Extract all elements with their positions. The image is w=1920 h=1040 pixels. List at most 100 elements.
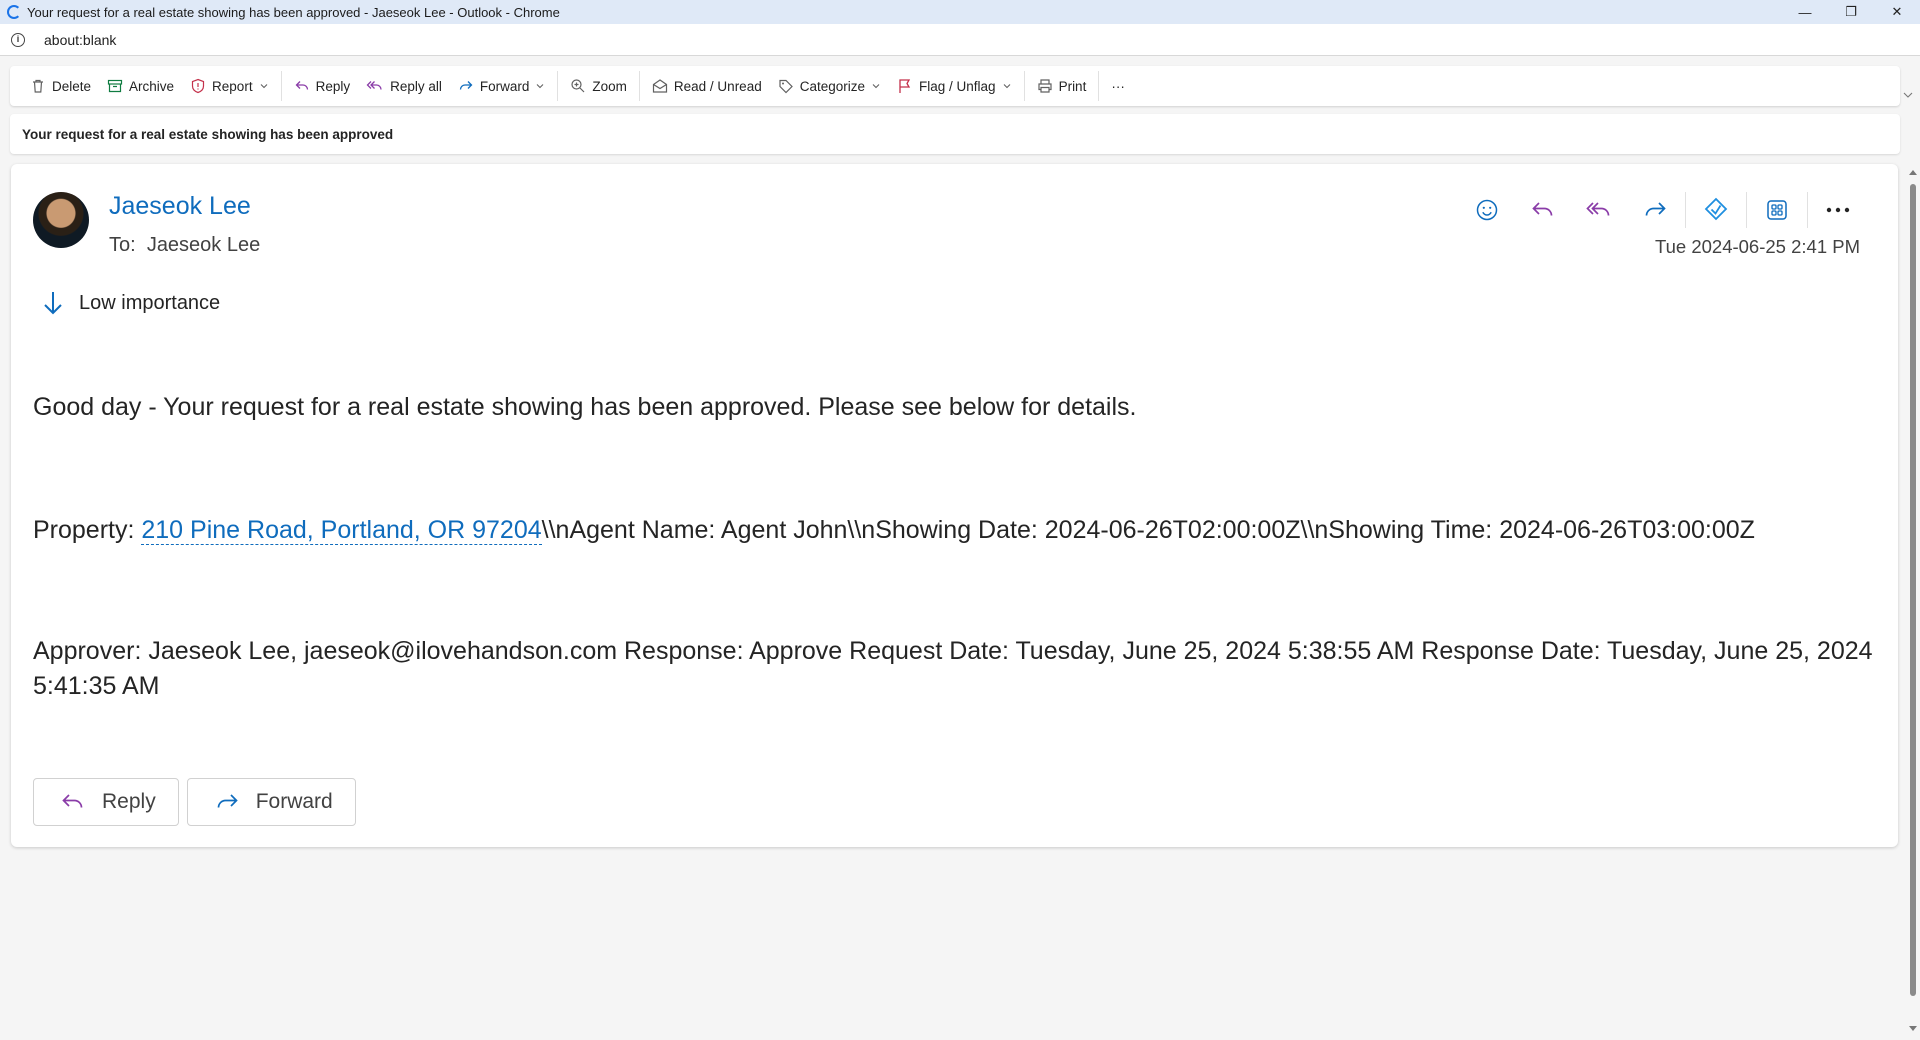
read-unread-button[interactable]: Read / Unread xyxy=(644,70,770,102)
toolbar-divider xyxy=(557,71,559,101)
toolbar-divider xyxy=(1023,71,1025,101)
reply-footer-label: Reply xyxy=(102,790,156,813)
report-button[interactable]: Report xyxy=(182,70,277,102)
address-bar: i about:blank xyxy=(0,24,1920,56)
forward-icon xyxy=(217,794,238,808)
browser-title-bar: Your request for a real estate showing h… xyxy=(0,0,1920,24)
more-actions-button[interactable]: ··· xyxy=(1103,70,1133,102)
subject-text: Your request for a real estate showing h… xyxy=(22,126,394,142)
insights-icon xyxy=(1704,197,1728,221)
site-info-icon[interactable]: i xyxy=(11,32,25,47)
minimize-button[interactable]: — xyxy=(1782,0,1828,24)
scrollbar-thumb[interactable] xyxy=(1910,184,1916,996)
archive-icon xyxy=(107,79,123,93)
recipients-line: To: Jaeseok Lee xyxy=(109,234,260,257)
trash-icon xyxy=(33,79,43,93)
forward-action-button[interactable] xyxy=(1627,190,1683,230)
forward-footer-button[interactable]: Forward xyxy=(186,778,356,826)
property-address-link[interactable]: 210 Pine Road, Portland, OR 97204 xyxy=(141,516,542,545)
message-body: Good day - Your request for a real estat… xyxy=(33,390,1873,792)
reply-all-action-button[interactable] xyxy=(1571,190,1627,230)
reply-all-label: Reply all xyxy=(390,78,442,94)
message-reading-pane: Jaeseok Lee To: Jaeseok Lee Tue 2024-06-… xyxy=(11,164,1898,847)
toolbar-divider xyxy=(638,71,640,101)
window-controls: — ❐ ✕ xyxy=(1782,0,1920,24)
reply-icon xyxy=(295,81,308,90)
reply-all-icon xyxy=(1586,202,1610,216)
ellipsis-icon xyxy=(1826,207,1850,213)
forward-button[interactable]: Forward xyxy=(450,70,554,102)
envelope-open-icon xyxy=(652,79,668,93)
message-timestamp: Tue 2024-06-25 2:41 PM xyxy=(1655,236,1860,257)
importance-indicator: Low importance xyxy=(41,290,220,316)
apps-button[interactable] xyxy=(1749,190,1805,230)
archive-button[interactable]: Archive xyxy=(99,70,182,102)
sender-name[interactable]: Jaeseok Lee xyxy=(109,192,251,221)
arrow-down-icon xyxy=(44,292,62,315)
message-toolbar: Delete Archive Report Reply Reply all Fo… xyxy=(10,66,1900,106)
apps-grid-icon xyxy=(1767,200,1787,220)
chevron-down-icon xyxy=(260,84,267,89)
actions-divider xyxy=(1685,192,1686,228)
categorize-button[interactable]: Categorize xyxy=(770,70,889,102)
property-label: Property: xyxy=(33,516,142,544)
body-details: Property: 210 Pine Road, Portland, OR 97… xyxy=(33,513,1873,548)
emoji-reaction-button[interactable] xyxy=(1459,190,1515,230)
viva-insights-button[interactable] xyxy=(1688,190,1744,230)
reply-icon xyxy=(62,794,83,808)
report-label: Report xyxy=(212,78,253,94)
body-approver: Approver: Jaeseok Lee, jaeseok@ilovehand… xyxy=(33,637,1873,700)
window-title: Your request for a real estate showing h… xyxy=(27,4,560,20)
recipient-name[interactable]: Jaeseok Lee xyxy=(147,234,260,256)
flag-icon xyxy=(899,79,911,93)
body-greeting: Good day - Your request for a real estat… xyxy=(33,393,1137,421)
avatar[interactable] xyxy=(33,192,89,248)
more-options-button[interactable] xyxy=(1810,190,1866,230)
forward-footer-label: Forward xyxy=(255,790,333,813)
actions-divider xyxy=(1746,192,1747,228)
zoom-button[interactable]: Zoom xyxy=(562,70,635,102)
delete-button[interactable]: Delete xyxy=(22,70,99,102)
chevron-down-icon[interactable] xyxy=(1902,90,1914,100)
actions-divider xyxy=(1807,192,1808,228)
read-unread-label: Read / Unread xyxy=(673,78,762,94)
reply-footer-button[interactable]: Reply xyxy=(33,778,179,826)
reply-action-button[interactable] xyxy=(1515,190,1571,230)
toolbar-divider xyxy=(1098,71,1100,101)
url-text[interactable]: about:blank xyxy=(44,32,116,48)
zoom-label: Zoom xyxy=(592,78,627,94)
forward-icon xyxy=(1645,202,1666,216)
scroll-down-arrow-icon[interactable] xyxy=(1909,1026,1917,1031)
archive-label: Archive xyxy=(129,78,175,94)
message-actions xyxy=(1459,190,1866,230)
showing-details: \\nAgent Name: Agent John\\nShowing Date… xyxy=(541,516,1755,544)
toolbar-divider xyxy=(280,71,282,101)
importance-label: Low importance xyxy=(79,291,221,314)
categorize-label: Categorize xyxy=(799,78,866,94)
quick-action-buttons: Reply Forward xyxy=(33,778,364,826)
restore-button[interactable]: ❐ xyxy=(1828,0,1874,24)
scroll-up-arrow-icon[interactable] xyxy=(1909,170,1917,175)
printer-icon xyxy=(1037,79,1052,93)
forward-icon xyxy=(459,81,473,90)
close-button[interactable]: ✕ xyxy=(1874,0,1920,24)
chevron-down-icon xyxy=(872,84,880,89)
print-button[interactable]: Print xyxy=(1029,70,1095,102)
reply-all-icon xyxy=(366,81,382,90)
tag-icon xyxy=(779,79,793,94)
shield-icon xyxy=(191,78,205,94)
flag-unflag-label: Flag / Unflag xyxy=(919,78,996,94)
delete-label: Delete xyxy=(52,78,92,94)
reply-icon xyxy=(1532,202,1553,216)
reply-label: Reply xyxy=(315,78,351,94)
loading-spinner-icon xyxy=(7,5,21,19)
flag-unflag-button[interactable]: Flag / Unflag xyxy=(889,70,1020,102)
subject-line: Your request for a real estate showing h… xyxy=(10,114,1900,154)
chevron-down-icon xyxy=(537,84,544,89)
print-label: Print xyxy=(1058,78,1087,94)
reply-button[interactable]: Reply xyxy=(286,70,359,102)
forward-label: Forward xyxy=(479,78,530,94)
vertical-scrollbar[interactable] xyxy=(1906,164,1920,1040)
reply-all-button[interactable]: Reply all xyxy=(358,70,450,102)
to-label: To: xyxy=(109,234,136,256)
